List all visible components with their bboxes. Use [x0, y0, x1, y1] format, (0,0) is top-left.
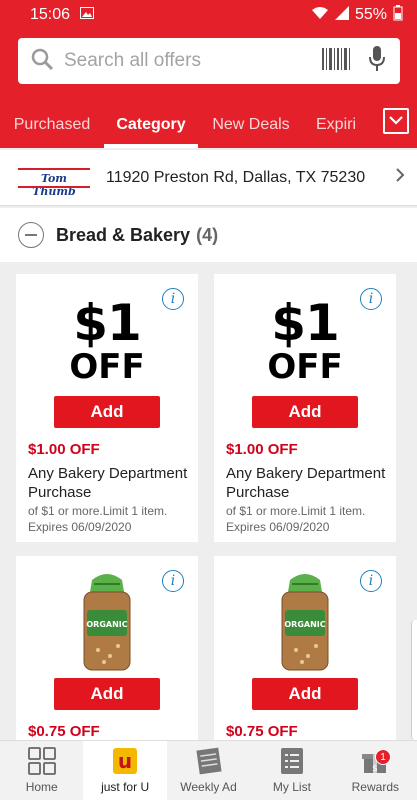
- offer-card[interactable]: i ORGANIC Add $0.75 OFF: [214, 556, 396, 746]
- offer-terms: of $1 or more.Limit 1 item.: [28, 504, 168, 518]
- info-icon[interactable]: i: [360, 570, 382, 592]
- chevron-right-icon: [395, 167, 405, 188]
- rewards-badge: 1: [375, 749, 392, 765]
- search-input[interactable]: Search all offers: [18, 38, 400, 84]
- offer-expiry: Expires 06/09/2020: [226, 520, 330, 534]
- offer-image-amount: $1: [73, 294, 142, 352]
- offer-description: Any Bakery Department Purchase: [28, 465, 188, 501]
- tab-expiring[interactable]: Expiri: [304, 102, 364, 148]
- store-address: 11920 Preston Rd, Dallas, TX 75230: [106, 168, 366, 186]
- bottom-navigation: Home u just for U Weekly Ad My List $ 1 …: [0, 740, 417, 800]
- tab-purchased[interactable]: Purchased: [0, 102, 104, 148]
- just-for-u-icon: u: [113, 746, 138, 776]
- barcode-scan-icon[interactable]: [322, 47, 350, 75]
- list-icon: [280, 746, 304, 776]
- nav-weekly-ad-label: Weekly Ad: [180, 780, 237, 794]
- image-notification-icon: [80, 6, 95, 24]
- nav-my-list-label: My List: [272, 780, 311, 794]
- offer-expiry: Expires 06/09/2020: [28, 520, 132, 534]
- offer-price: $1.00 OFF: [28, 441, 100, 458]
- wifi-icon: [311, 6, 329, 25]
- offer-description: Any Bakery Department Purchase: [226, 465, 386, 501]
- bread-loaf-image: ORGANIC: [276, 572, 334, 672]
- nav-home[interactable]: Home: [0, 741, 83, 800]
- status-bar: 15:06 55%: [0, 0, 417, 30]
- chevron-down-icon: [389, 112, 403, 130]
- nav-just-for-u-label: just for U: [101, 780, 150, 794]
- offer-terms: of $1 or more.Limit 1 item.: [226, 504, 366, 518]
- category-count: (4): [196, 224, 219, 245]
- offer-card[interactable]: i $1 OFF Add $1.00 OFF Any Bakery Depart…: [214, 274, 396, 542]
- newspaper-icon: [195, 746, 223, 776]
- grid-icon: [27, 746, 56, 776]
- svg-text:ORGANIC: ORGANIC: [86, 620, 127, 629]
- search-icon: [30, 47, 54, 76]
- signal-icon: [334, 5, 349, 25]
- microphone-icon[interactable]: [368, 45, 386, 77]
- offer-image: $1 OFF: [16, 298, 198, 384]
- add-button[interactable]: Add: [252, 678, 358, 710]
- add-button[interactable]: Add: [54, 396, 160, 428]
- info-icon[interactable]: i: [162, 570, 184, 592]
- offer-image-off: OFF: [267, 347, 343, 387]
- tom-thumb-logo: Tom Thumb: [18, 167, 90, 198]
- tabs-dropdown-button[interactable]: [383, 108, 409, 134]
- offer-card[interactable]: i ORGANIC Add $0.75 OFF: [16, 556, 198, 746]
- svg-text:$: $: [372, 764, 378, 774]
- offer-price: $1.00 OFF: [226, 441, 298, 458]
- svg-text:u: u: [118, 749, 132, 773]
- search-placeholder: Search all offers: [64, 50, 201, 71]
- offer-image-amount: $1: [271, 294, 340, 352]
- tabs-fade: [359, 102, 377, 148]
- status-time: 15:06: [30, 6, 71, 23]
- category-header[interactable]: Bread & Bakery (4): [0, 208, 417, 262]
- offer-image: $1 OFF: [214, 298, 396, 384]
- store-selector[interactable]: Tom Thumb 11920 Preston Rd, Dallas, TX 7…: [0, 150, 417, 206]
- category-tabs: Purchased Category New Deals Expiri: [0, 102, 417, 148]
- add-button[interactable]: Add: [252, 396, 358, 428]
- nav-just-for-u[interactable]: u just for U: [83, 741, 167, 800]
- battery-percent: 55%: [354, 6, 387, 23]
- nav-home-label: Home: [25, 780, 58, 794]
- nav-weekly-ad[interactable]: Weekly Ad: [167, 741, 250, 800]
- offer-card[interactable]: i $1 OFF Add $1.00 OFF Any Bakery Depart…: [16, 274, 198, 542]
- offer-price: $0.75 OFF: [226, 723, 298, 740]
- nav-rewards[interactable]: $ 1 Rewards: [334, 741, 417, 800]
- add-button[interactable]: Add: [54, 678, 160, 710]
- bread-loaf-image: ORGANIC: [78, 572, 136, 672]
- nav-my-list[interactable]: My List: [250, 741, 333, 800]
- collapse-icon[interactable]: [18, 222, 44, 248]
- tab-category[interactable]: Category: [104, 102, 198, 148]
- category-title: Bread & Bakery: [56, 224, 191, 245]
- offer-image-off: OFF: [69, 347, 145, 387]
- tab-new-deals[interactable]: New Deals: [198, 102, 304, 148]
- scroll-indicator[interactable]: [411, 620, 417, 740]
- battery-icon: [393, 4, 403, 26]
- offer-price: $0.75 OFF: [28, 723, 100, 740]
- nav-rewards-label: Rewards: [351, 780, 399, 794]
- app-header: Search all offers Purchased Category New…: [0, 30, 417, 148]
- svg-text:ORGANIC: ORGANIC: [284, 620, 325, 629]
